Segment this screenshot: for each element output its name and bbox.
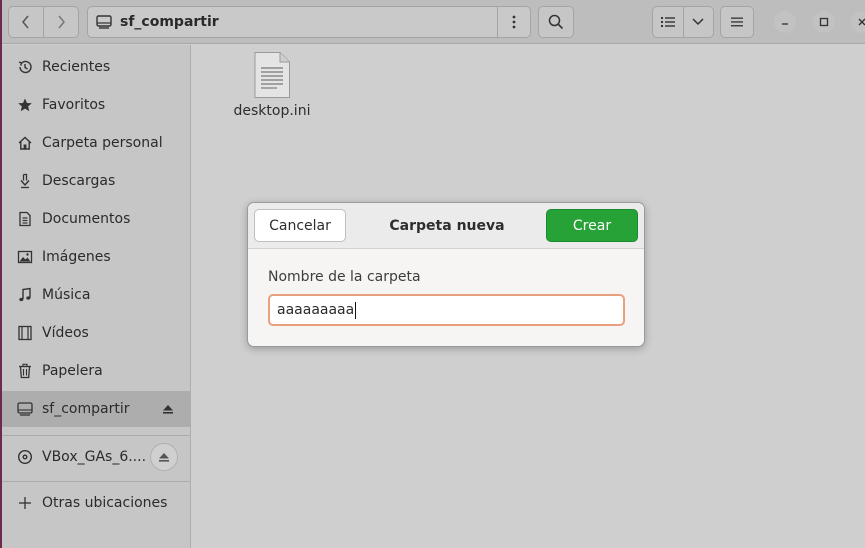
- location-title: sf_compartir: [120, 14, 219, 30]
- trash-icon: [16, 362, 34, 380]
- sidebar-item-otras-ubicaciones[interactable]: Otras ubicaciones: [2, 485, 191, 521]
- sidebar-item-carpeta-personal[interactable]: Carpeta personal: [2, 125, 191, 161]
- chevron-right-icon: [58, 15, 65, 29]
- sidebar-item-label: Descargas: [42, 173, 116, 189]
- sidebar-item-label: Recientes: [42, 59, 111, 75]
- sidebar-item-label: sf_compartir: [42, 401, 130, 417]
- drive-icon: [16, 400, 34, 418]
- location-bar: sf_compartir: [87, 6, 531, 38]
- forward-button[interactable]: [44, 7, 78, 37]
- video-icon: [16, 324, 34, 342]
- image-icon: [16, 248, 34, 266]
- sidebar-item-sf-compartir[interactable]: sf_compartir: [2, 391, 191, 427]
- dialog-title: Carpeta nueva: [389, 218, 505, 234]
- sidebar-item-videos[interactable]: Vídeos: [2, 315, 191, 351]
- sidebar-item-documentos[interactable]: Documentos: [2, 201, 191, 237]
- drive-icon: [96, 15, 112, 29]
- hamburger-icon: [731, 17, 743, 27]
- header-bar: sf_compartir: [2, 0, 865, 44]
- document-icon: [16, 210, 34, 228]
- sidebar-item-label: Vídeos: [42, 325, 89, 341]
- sidebar: Recientes Favoritos Carpeta personal Des…: [2, 45, 191, 548]
- sidebar-item-label: VBox_GAs_6....: [42, 449, 147, 465]
- sidebar-item-papelera[interactable]: Papelera: [2, 353, 191, 389]
- sidebar-item-imagenes[interactable]: Imágenes: [2, 239, 191, 275]
- sidebar-item-favoritos[interactable]: Favoritos: [2, 87, 191, 123]
- music-icon: [16, 286, 34, 304]
- home-icon: [16, 134, 34, 152]
- view-options-button[interactable]: [684, 7, 714, 37]
- back-button[interactable]: [9, 7, 44, 37]
- sidebar-item-label: Otras ubicaciones: [42, 495, 168, 511]
- minimize-button[interactable]: [774, 11, 796, 33]
- view-switcher: [652, 6, 714, 38]
- chevron-left-icon: [22, 15, 29, 29]
- download-icon: [16, 172, 34, 190]
- eject-icon: [159, 453, 169, 462]
- file-manager-window: sf_compartir Recientes Favoritos Carpeta…: [0, 0, 865, 548]
- create-button[interactable]: Crear: [546, 209, 638, 242]
- eject-button[interactable]: [150, 443, 178, 471]
- list-view-button[interactable]: [653, 7, 684, 37]
- folder-name-value: aaaaaaaaa: [277, 302, 355, 318]
- main-menu-button[interactable]: [720, 6, 754, 38]
- sidebar-item-label: Música: [42, 287, 91, 303]
- folder-name-input[interactable]: aaaaaaaaa: [268, 294, 625, 326]
- minimize-icon: [782, 23, 788, 25]
- sidebar-item-label: Papelera: [42, 363, 103, 379]
- dialog-header: Cancelar Carpeta nueva Crear: [248, 203, 644, 249]
- search-button[interactable]: [538, 6, 574, 38]
- text-caret: [355, 301, 357, 319]
- file-name: desktop.ini: [233, 103, 311, 119]
- close-icon: [858, 18, 865, 26]
- file-item[interactable]: desktop.ini: [232, 51, 312, 119]
- location-button[interactable]: sf_compartir: [88, 7, 498, 37]
- new-folder-dialog: Cancelar Carpeta nueva Crear Nombre de l…: [247, 202, 645, 347]
- sidebar-separator: [2, 435, 191, 436]
- sidebar-item-label: Favoritos: [42, 97, 106, 113]
- clock-icon: [16, 58, 34, 76]
- plus-icon: [16, 494, 34, 512]
- chevron-down-icon: [692, 18, 704, 26]
- sidebar-item-musica[interactable]: Música: [2, 277, 191, 313]
- sidebar-item-descargas[interactable]: Descargas: [2, 163, 191, 199]
- sidebar-item-recientes[interactable]: Recientes: [2, 49, 191, 85]
- vertical-dots-icon: [512, 15, 516, 29]
- list-view-icon: [660, 17, 675, 27]
- path-menu-button[interactable]: [497, 7, 530, 37]
- sidebar-item-vbox-gas[interactable]: VBox_GAs_6....: [2, 439, 191, 475]
- sidebar-item-label: Imágenes: [42, 249, 111, 265]
- eject-button[interactable]: [159, 400, 177, 418]
- maximize-icon: [819, 17, 829, 27]
- close-button[interactable]: [851, 11, 865, 33]
- sidebar-separator: [2, 481, 191, 482]
- text-file-icon: [254, 52, 290, 98]
- eject-icon: [163, 405, 173, 414]
- navigation-buttons: [8, 6, 79, 38]
- cancel-button[interactable]: Cancelar: [254, 209, 346, 242]
- star-icon: [16, 96, 34, 114]
- maximize-button[interactable]: [813, 11, 835, 33]
- sidebar-item-label: Carpeta personal: [42, 135, 163, 151]
- search-icon: [548, 14, 564, 30]
- sidebar-item-label: Documentos: [42, 211, 131, 227]
- disc-icon: [16, 448, 34, 466]
- folder-name-label: Nombre de la carpeta: [268, 269, 421, 285]
